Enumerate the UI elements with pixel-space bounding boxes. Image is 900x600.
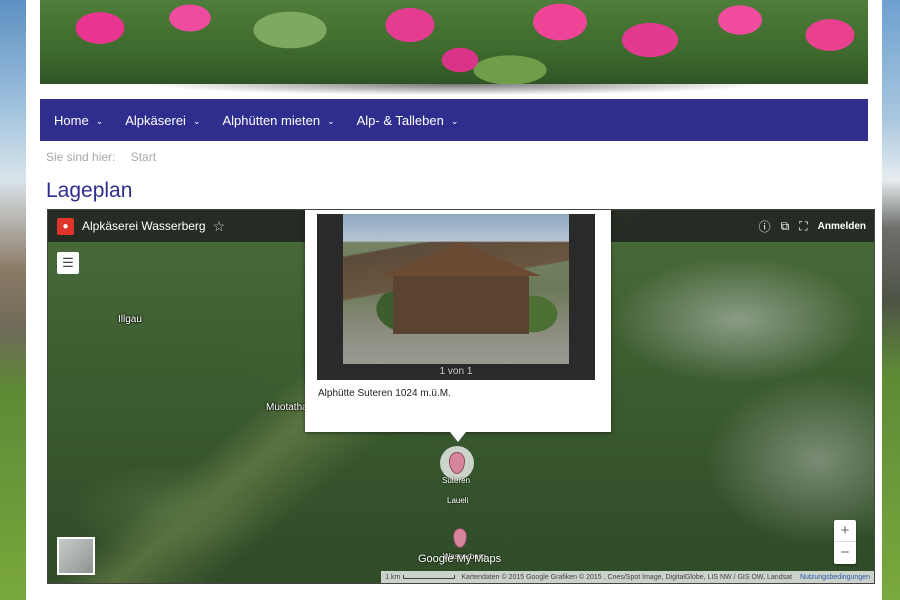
map-info-popup: 1 von 1 Alphütte Suteren 1024 m.ü.M. [305,210,611,432]
place-label-illgau: Illgau [118,314,142,325]
chevron-down-icon: ⌄ [450,115,459,126]
google-my-maps-logo: Google My Maps [418,553,502,565]
map-layer-toggle[interactable] [57,537,95,575]
chevron-down-icon: ⌄ [327,115,335,126]
share-icon[interactable]: ⧉ [781,219,790,234]
house-body [393,276,529,334]
map-scale: 1 km [385,573,456,581]
alphuette-photo[interactable] [343,214,569,364]
place-label-muotatha: Muotatha [266,402,308,413]
map-pin-icon[interactable] [453,528,467,548]
map-toolbar: ⓘ ⧉ ⛶ Anmelden [749,210,866,242]
nav-item-label: Alpkäserei [125,112,186,128]
embedded-map[interactable]: ● Alpkäserei Wasserberg ☆ ⓘ ⧉ ⛶ Anmelden… [47,209,875,584]
breadcrumb: Sie sind hier: Start [46,150,156,164]
house-roof [381,242,541,276]
chevron-down-icon: ⌄ [192,115,201,126]
marker-label-suteren: Suteren [442,476,471,485]
nav-item-alpkaeserei[interactable]: Alpkäserei ⌄ [125,113,200,128]
breadcrumb-current[interactable]: Start [131,150,156,164]
star-icon[interactable]: ☆ [213,218,226,235]
main-navigation: Home ⌄ Alpkäserei ⌄ Alphütten mieten ⌄ A… [40,99,868,141]
nav-item-alp-talleben[interactable]: Alp- & Talleben ⌄ [357,113,459,128]
scale-bar [403,575,456,579]
nav-item-home[interactable]: Home ⌄ [54,113,103,128]
zoom-in-button[interactable]: + [834,520,856,542]
marker-selected[interactable] [440,446,474,480]
map-pin-icon [449,452,465,474]
page-container: Home ⌄ Alpkäserei ⌄ Alphütten mieten ⌄ A… [26,0,882,600]
scale-label: 1 km [385,573,401,581]
signin-link[interactable]: Anmelden [818,221,866,232]
nav-item-label: Alphütten mieten [222,112,321,128]
breadcrumb-prefix: Sie sind hier: [46,150,116,164]
background-scenery-right [882,0,900,600]
map-title[interactable]: Alpkäserei Wasserberg [82,219,206,233]
zoom-control: + − [834,520,856,564]
info-icon[interactable]: ⓘ [759,218,771,235]
nav-item-alphuetten-mieten[interactable]: Alphütten mieten ⌄ [222,113,334,128]
header-banner-image [40,0,868,84]
chevron-down-icon: ⌄ [95,115,104,126]
attribution-text: Kartendaten © 2015 Google Grafiken © 201… [461,573,792,581]
background-scenery-left [0,0,26,600]
page-title: Lageplan [46,179,133,202]
nav-item-label: Home [54,112,89,128]
photo-counter: 1 von 1 [439,366,473,377]
marker-label-laueli: Laueli [447,496,469,505]
banner-shadow [66,84,842,98]
popup-photo-frame: 1 von 1 [317,214,595,380]
nav-item-label: Alp- & Talleben [356,112,444,128]
list-icon[interactable]: ☰ [57,252,79,274]
fullscreen-icon[interactable]: ⛶ [799,219,807,234]
popup-arrow [450,432,466,442]
terms-link[interactable]: Nutzungsbedingungen [800,574,870,581]
map-attribution-bar: 1 km Kartendaten © 2015 Google Grafiken … [381,571,874,583]
popup-caption: Alphütte Suteren 1024 m.ü.M. [318,388,451,399]
zoom-out-button[interactable]: − [834,542,856,564]
map-pin-logo-icon: ● [57,217,74,235]
